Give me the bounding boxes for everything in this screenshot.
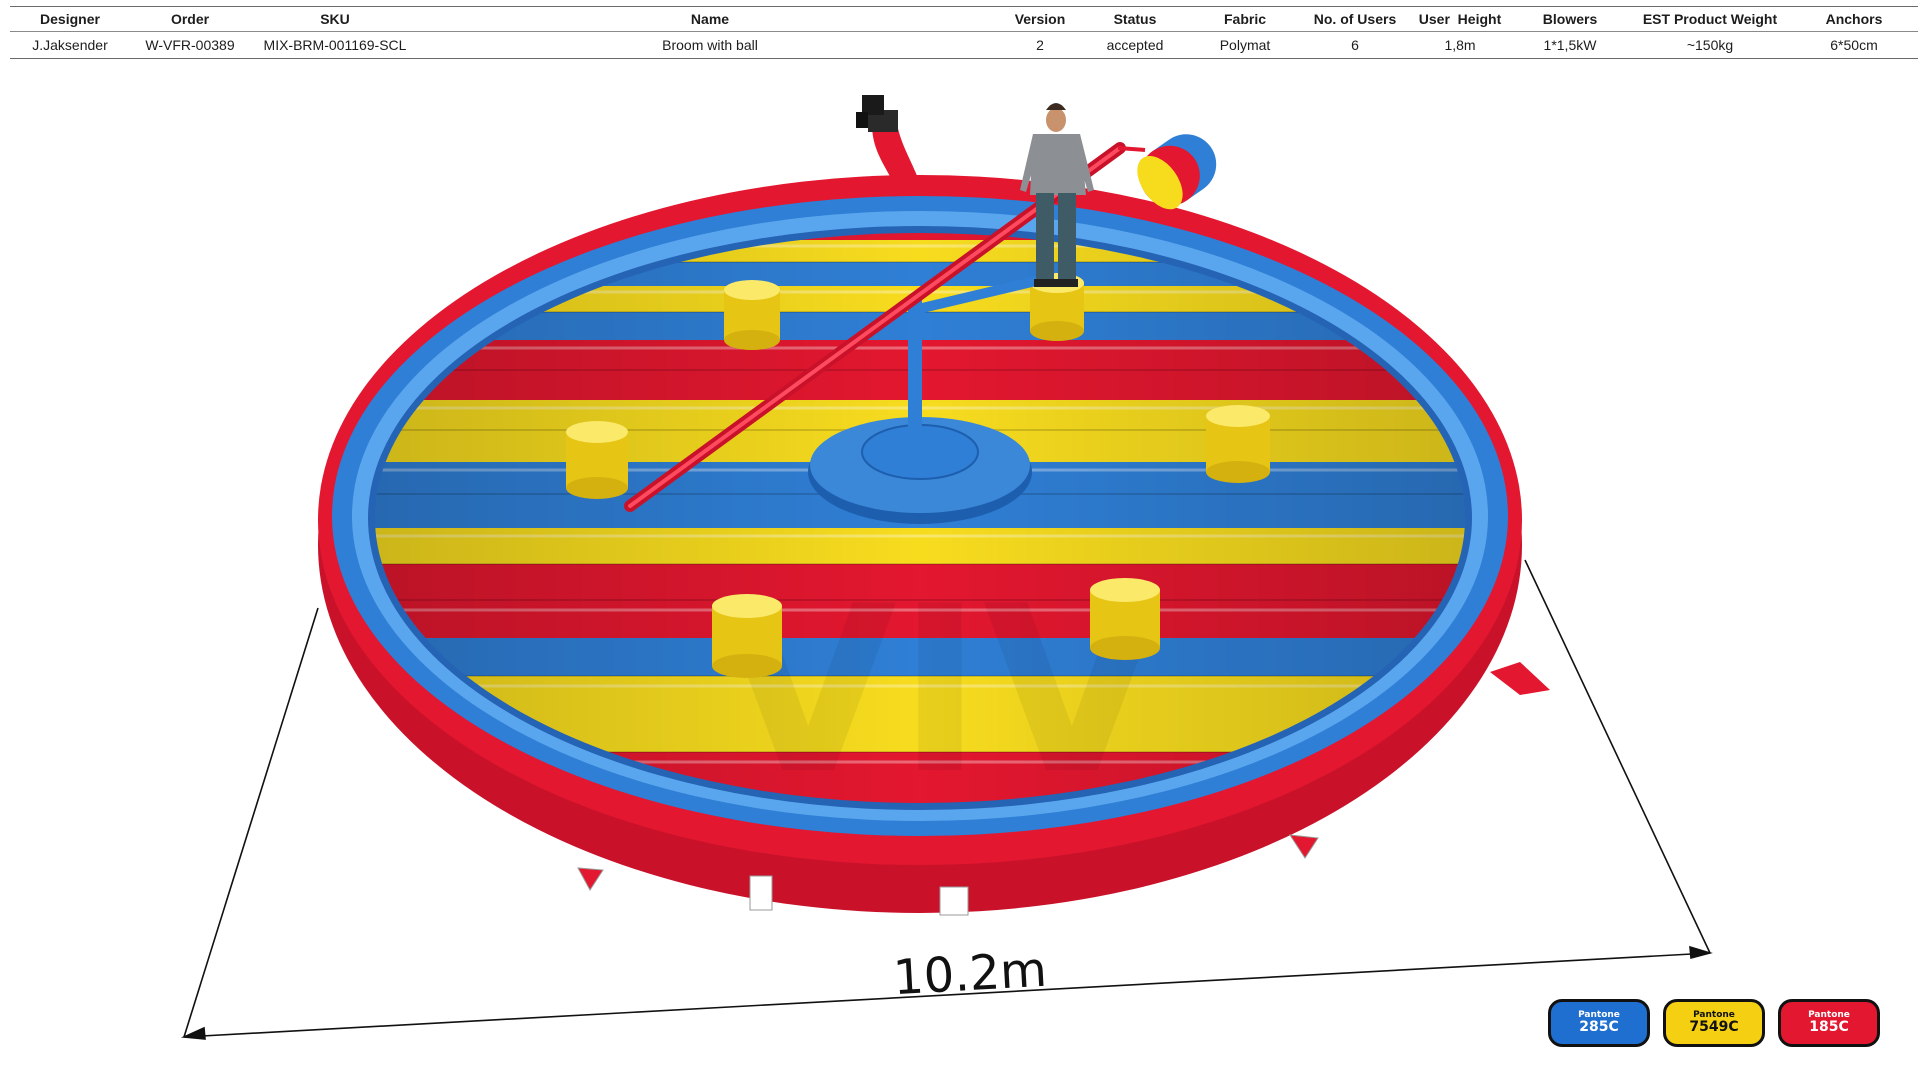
pillar: [712, 594, 782, 678]
header-designer: Designer: [10, 6, 130, 32]
header-anchors: Anchors: [1790, 6, 1918, 32]
swatch-code: 7549C: [1689, 1019, 1739, 1035]
swatch-yellow: Pantone 7549C: [1663, 999, 1765, 1047]
header-fabric: Fabric: [1190, 6, 1300, 32]
header-version: Version: [1000, 6, 1080, 32]
value-sku: MIX-BRM-001169-SCL: [250, 31, 420, 59]
value-status: accepted: [1080, 31, 1190, 59]
header-user-height: User Height: [1410, 6, 1510, 32]
value-order: W-VFR-00389: [130, 31, 250, 59]
product-render: 10.2m VIV: [0, 70, 1920, 1080]
value-fabric: Polymat: [1190, 31, 1300, 59]
value-anchors: 6*50cm: [1790, 31, 1918, 59]
spec-table: Designer Order SKU Name Version Status F…: [10, 6, 1918, 59]
header-weight: EST Product Weight: [1630, 6, 1790, 32]
header-order: Order: [130, 6, 250, 32]
value-user-height: 1,8m: [1410, 31, 1510, 59]
swatch-code: 185C: [1809, 1019, 1849, 1035]
value-name: Broom with ball: [420, 31, 1000, 59]
header-blowers: Blowers: [1510, 6, 1630, 32]
swatch-red: Pantone 185C: [1778, 999, 1880, 1047]
swatch-code: 285C: [1579, 1019, 1619, 1035]
spec-header-row: Designer Order SKU Name Version Status F…: [10, 6, 1918, 32]
pillar: [1090, 578, 1160, 660]
header-name: Name: [420, 6, 1000, 32]
swatch-blue: Pantone 285C: [1548, 999, 1650, 1047]
pillar: [566, 421, 628, 499]
header-sku: SKU: [250, 6, 420, 32]
header-status: Status: [1080, 6, 1190, 32]
pillar: [1206, 405, 1270, 483]
side-valve: [1490, 662, 1550, 695]
product-illustration: 10.2m VIV: [180, 95, 1713, 1040]
pillar: [724, 280, 780, 350]
spec-value-row: J.Jaksender W-VFR-00389 MIX-BRM-001169-S…: [10, 31, 1918, 59]
value-weight: ~150kg: [1630, 31, 1790, 59]
value-users: 6: [1300, 31, 1410, 59]
pantone-swatches: Pantone 285C Pantone 7549C Pantone 185C: [1548, 999, 1884, 1049]
header-users: No. of Users: [1300, 6, 1410, 32]
value-version: 2: [1000, 31, 1080, 59]
value-blowers: 1*1,5kW: [1510, 31, 1630, 59]
value-designer: J.Jaksender: [10, 31, 130, 59]
dimension-label: 10.2m: [892, 942, 1049, 1006]
